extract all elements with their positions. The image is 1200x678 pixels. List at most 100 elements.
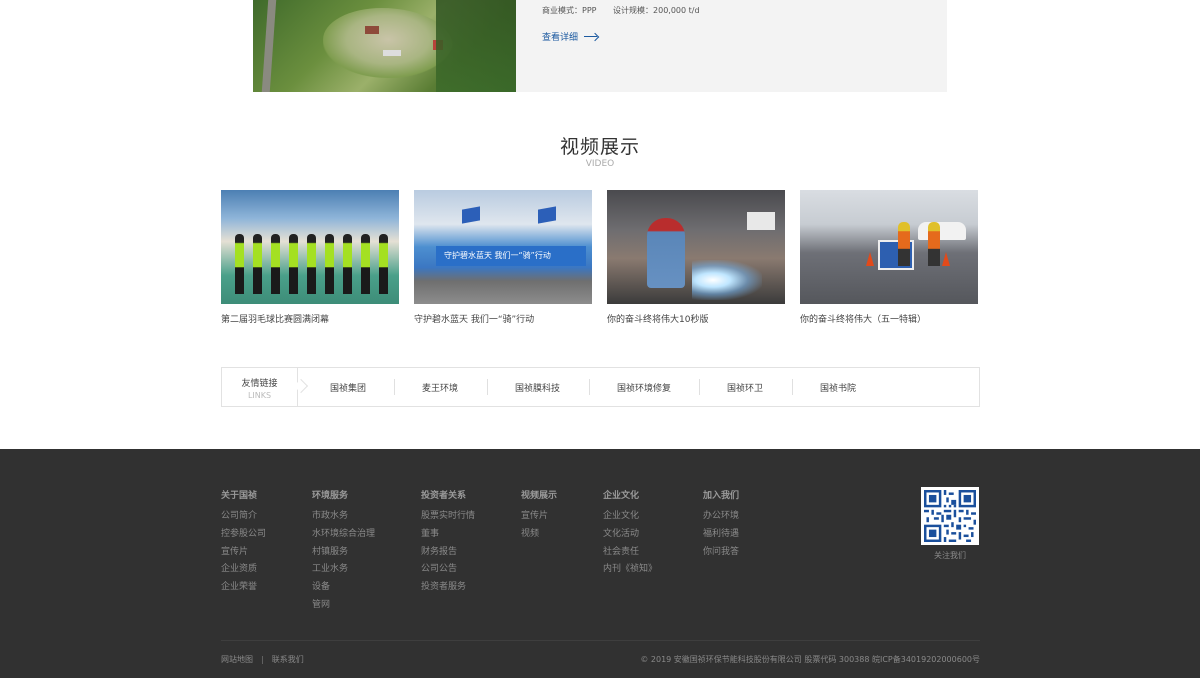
video-card[interactable]: 你的奋斗终将伟大10秒版 — [607, 190, 785, 325]
worker-figure — [898, 222, 910, 266]
link-item[interactable]: 国祯书院 — [820, 381, 856, 394]
divider — [394, 379, 395, 395]
view-detail-link[interactable]: 查看详细 — [542, 30, 598, 43]
link-item[interactable]: 国祯环境修复 — [617, 381, 671, 394]
video-caption[interactable]: 第二届羽毛球比赛圆满闭幕 — [221, 312, 399, 325]
footer-link[interactable]: 财务报告 — [421, 544, 475, 562]
video-card[interactable]: 守护碧水蓝天 我们一“骑”行动 守护碧水蓝天 我们一“骑”行动 — [414, 190, 592, 325]
footer-link[interactable]: 管网 — [312, 597, 375, 615]
video-caption[interactable]: 你的奋斗终将伟大10秒版 — [607, 312, 785, 325]
footer-column-videos: 视频展示 宣传片 视频 — [521, 488, 557, 544]
footer-column-head[interactable]: 环境服务 — [312, 488, 375, 501]
contact-link[interactable]: 联系我们 — [272, 655, 304, 664]
footer-link[interactable]: 宣传片 — [521, 508, 557, 526]
qr-code — [921, 487, 979, 545]
footer-column-investors: 投资者关系 股票实时行情 董事 财务报告 公司公告 投资者服务 — [421, 488, 475, 597]
design-scale: 设计规模：200,000 t/d — [613, 6, 700, 15]
link-item[interactable]: 国祯环卫 — [727, 381, 763, 394]
video-card[interactable]: 第二届羽毛球比赛圆满闭幕 — [221, 190, 399, 325]
sign — [747, 212, 775, 230]
footer-link[interactable]: 企业文化 — [603, 508, 657, 526]
footer-link[interactable]: 视频 — [521, 526, 557, 544]
qr-code-icon — [924, 490, 976, 542]
footer-link[interactable]: 公司简介 — [221, 508, 266, 526]
tree-area — [436, 0, 516, 92]
footer-divider — [221, 640, 980, 641]
section-subtitle: VIDEO — [585, 159, 615, 169]
footer-column-about: 关于国祯 公司简介 控参股公司 宣传片 企业资质 企业荣誉 — [221, 488, 266, 597]
footer-link[interactable]: 社会责任 — [603, 544, 657, 562]
video-caption[interactable]: 守护碧水蓝天 我们一“骑”行动 — [414, 312, 592, 325]
footer-column-services: 环境服务 市政水务 水环境综合治理 村镇服务 工业水务 设备 管网 — [312, 488, 375, 615]
flag — [538, 206, 556, 224]
footer-link[interactable]: 公司公告 — [421, 561, 475, 579]
footer-link[interactable]: 宣传片 — [221, 544, 266, 562]
footer-link[interactable]: 福利待遇 — [703, 526, 739, 544]
separator: | — [261, 655, 264, 664]
welding-spark — [692, 260, 762, 300]
footer-link[interactable]: 工业水务 — [312, 561, 375, 579]
project-aerial-image[interactable] — [253, 0, 516, 92]
qr-label: 关注我们 — [934, 551, 966, 560]
video-thumbnail[interactable] — [800, 190, 978, 304]
footer-link[interactable]: 办公环境 — [703, 508, 739, 526]
business-mode: 商业模式：PPP — [542, 6, 597, 15]
divider — [699, 379, 700, 395]
footer-link[interactable]: 水环境综合治理 — [312, 526, 375, 544]
traffic-cone — [942, 252, 950, 266]
divider — [792, 379, 793, 395]
sitemap-link[interactable]: 网站地图 — [221, 655, 253, 664]
footer-column-culture: 企业文化 企业文化 文化活动 社会责任 内刊《祯知》 — [603, 488, 657, 579]
traffic-cone — [866, 252, 874, 266]
footer-bottom-links: 网站地图 | 联系我们 — [221, 654, 304, 665]
car — [918, 222, 966, 240]
footer-column-head[interactable]: 投资者关系 — [421, 488, 475, 501]
player-figure — [253, 234, 262, 294]
video-thumbnail[interactable]: 守护碧水蓝天 我们一“骑”行动 — [414, 190, 592, 304]
footer-link[interactable]: 企业荣誉 — [221, 579, 266, 597]
links-label: 友情链接 — [241, 379, 278, 389]
footer-link[interactable]: 你问我答 — [703, 544, 739, 562]
footer-link[interactable]: 市政水务 — [312, 508, 375, 526]
video-caption[interactable]: 你的奋斗终将伟大（五一特辑） — [800, 312, 978, 325]
section-title: 视频展示 — [559, 136, 640, 158]
footer-link[interactable]: 董事 — [421, 526, 475, 544]
video-thumbnail[interactable] — [607, 190, 785, 304]
footer-column-join: 加入我们 办公环境 福利待遇 你问我答 — [703, 488, 739, 561]
footer-link[interactable]: 投资者服务 — [421, 579, 475, 597]
footer: 关于国祯 公司简介 控参股公司 宣传片 企业资质 企业荣誉 环境服务 市政水务 … — [0, 449, 1200, 678]
footer-link[interactable]: 控参股公司 — [221, 526, 266, 544]
friendly-links-bar: 友情链接 LINKS 国祯集团 麦王环境 国祯膜科技 国祯环境修复 国祯环卫 国… — [221, 367, 980, 407]
footer-link[interactable]: 文化活动 — [603, 526, 657, 544]
footer-link[interactable]: 设备 — [312, 579, 375, 597]
footer-link[interactable]: 内刊《祯知》 — [603, 561, 657, 579]
link-item[interactable]: 麦王环境 — [422, 381, 458, 394]
welder-figure — [647, 218, 685, 288]
link-item[interactable]: 国祯膜科技 — [515, 381, 560, 394]
links-label-box: 友情链接 LINKS — [222, 368, 298, 406]
road — [261, 0, 277, 92]
footer-column-head[interactable]: 加入我们 — [703, 488, 739, 501]
footer-link[interactable]: 村镇服务 — [312, 544, 375, 562]
link-item[interactable]: 国祯集团 — [330, 381, 366, 394]
player-figure — [379, 234, 388, 294]
project-meta: 商业模式：PPP 设计规模：200,000 t/d — [542, 5, 714, 16]
player-figure — [271, 234, 280, 294]
footer-column-head[interactable]: 关于国祯 — [221, 488, 266, 501]
player-figure — [289, 234, 298, 294]
player-figure — [325, 234, 334, 294]
footer-link[interactable]: 企业资质 — [221, 561, 266, 579]
building — [365, 26, 379, 34]
player-figure — [343, 234, 352, 294]
banner: 守护碧水蓝天 我们一“骑”行动 — [436, 246, 586, 266]
video-thumbnail[interactable] — [221, 190, 399, 304]
player-figure — [307, 234, 316, 294]
footer-column-head[interactable]: 视频展示 — [521, 488, 557, 501]
video-card[interactable]: 你的奋斗终将伟大（五一特辑） — [800, 190, 978, 325]
player-figure — [361, 234, 370, 294]
worker-figure — [928, 222, 940, 266]
divider — [589, 379, 590, 395]
footer-link[interactable]: 股票实时行情 — [421, 508, 475, 526]
footer-column-head[interactable]: 企业文化 — [603, 488, 657, 501]
player-figure — [235, 234, 244, 294]
